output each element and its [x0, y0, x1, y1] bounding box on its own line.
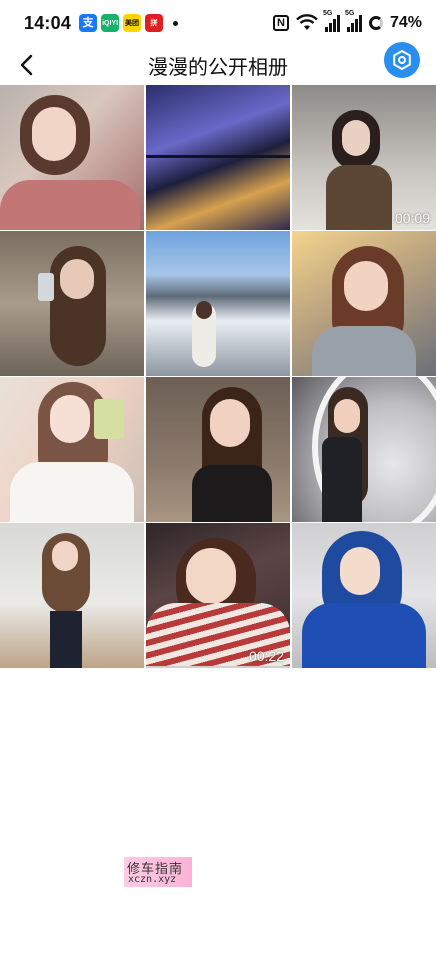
- photo-thumbnail[interactable]: [0, 377, 144, 522]
- video-progress-indicator: [146, 666, 290, 668]
- photo-thumbnail[interactable]: [146, 85, 290, 230]
- video-thumbnail[interactable]: 00:22: [146, 523, 290, 668]
- battery-icon: [368, 16, 383, 30]
- watermark-stamp: 修车指南 xczn.xyz: [124, 857, 192, 887]
- meituan-icon: 美团: [123, 14, 142, 32]
- chevron-left-icon: [20, 54, 33, 76]
- more-notifications-dot: [173, 20, 179, 26]
- clock: 14:04: [24, 12, 72, 33]
- gear-icon: [393, 50, 411, 70]
- photo-grid: 00:09 00:22: [0, 85, 436, 668]
- settings-button[interactable]: [384, 42, 420, 78]
- iqiyi-icon: iQIYI: [101, 14, 120, 32]
- photo-thumbnail[interactable]: [146, 231, 290, 376]
- photo-thumbnail[interactable]: [292, 523, 436, 668]
- nfc-icon: N: [272, 15, 289, 31]
- photo-thumbnail[interactable]: [292, 377, 436, 522]
- signal-icon-2: 5G: [345, 10, 362, 32]
- system-icons: N 5G 5G 74%: [272, 10, 422, 32]
- battery-level: 74%: [389, 14, 422, 31]
- watermark-url: xczn.xyz: [128, 874, 177, 885]
- photo-thumbnail[interactable]: [0, 85, 144, 230]
- pinduoduo-icon: 拼: [145, 14, 164, 32]
- back-button[interactable]: [14, 52, 38, 78]
- status-bar: 14:04 支 iQIYI 美团 拼 N 5G 5G 74%: [0, 0, 436, 46]
- video-thumbnail[interactable]: 00:09: [292, 85, 436, 230]
- header-bar: 漫漫的公开相册: [0, 42, 436, 84]
- page-title: 漫漫的公开相册: [148, 56, 288, 79]
- signal-icon: 5G: [323, 10, 340, 32]
- wifi-icon: [296, 14, 318, 30]
- notification-icons: 支 iQIYI 美团 拼: [79, 14, 179, 32]
- photo-thumbnail[interactable]: [292, 231, 436, 376]
- video-duration: 00:09: [394, 210, 430, 226]
- photo-thumbnail[interactable]: [0, 231, 144, 376]
- video-duration: 00:22: [248, 648, 284, 664]
- photo-thumbnail[interactable]: [0, 523, 144, 668]
- photo-thumbnail[interactable]: [146, 377, 290, 522]
- alipay-icon: 支: [79, 14, 98, 32]
